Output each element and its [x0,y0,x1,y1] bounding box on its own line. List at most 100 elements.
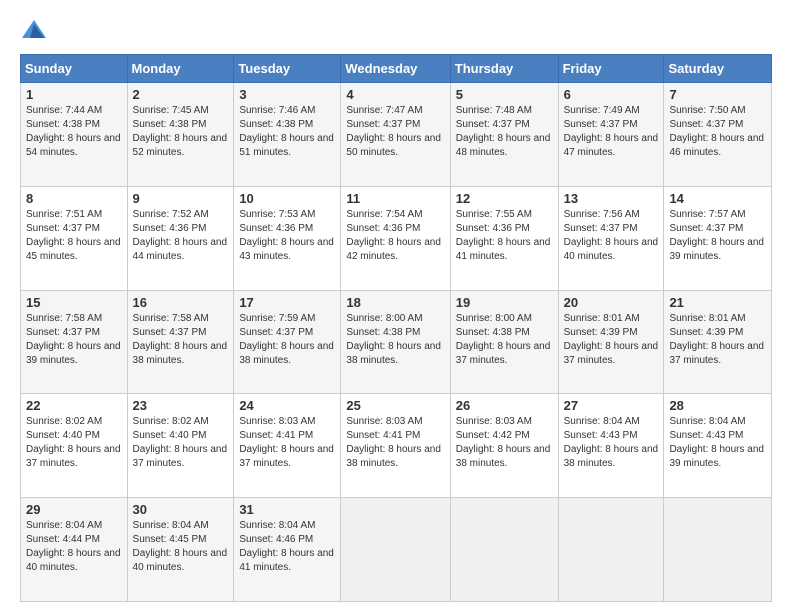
day-number: 3 [239,87,335,102]
day-number: 5 [456,87,553,102]
day-number: 23 [133,398,229,413]
day-cell: 26 Sunrise: 8:03 AMSunset: 4:42 PMDayligh… [450,394,558,498]
day-cell: 15 Sunrise: 7:58 AMSunset: 4:37 PMDayligh… [21,290,128,394]
day-number: 18 [346,295,444,310]
day-cell: 10 Sunrise: 7:53 AMSunset: 4:36 PMDayligh… [234,186,341,290]
day-cell: 6Sunrise: 7:49 AMSunset: 4:37 PMDaylight… [558,83,664,187]
day-cell: 17 Sunrise: 7:59 AMSunset: 4:37 PMDayligh… [234,290,341,394]
day-cell: 3 Sunrise: 7:46 AMSunset: 4:38 PMDaylight… [234,83,341,187]
day-number: 16 [133,295,229,310]
weekday-header-row: SundayMondayTuesdayWednesdayThursdayFrid… [21,55,772,83]
day-info: Sunrise: 7:58 AMSunset: 4:37 PMDaylight:… [26,312,122,368]
day-number: 7 [669,87,766,102]
day-info: Sunrise: 8:00 AMSunset: 4:38 PMDaylight:… [456,312,553,368]
day-cell: 1 Sunrise: 7:44 AMSunset: 4:38 PMDaylight… [21,83,128,187]
day-info: Sunrise: 7:51 AMSunset: 4:37 PMDaylight:… [26,208,122,264]
day-number: 26 [456,398,553,413]
weekday-header-saturday: Saturday [664,55,772,83]
day-info: Sunrise: 8:04 AMSunset: 4:43 PMDaylight:… [669,415,766,471]
day-number: 12 [456,191,553,206]
day-cell: 25 Sunrise: 8:03 AMSunset: 4:41 PMDayligh… [341,394,450,498]
day-number: 15 [26,295,122,310]
day-number: 31 [239,502,335,517]
day-info: Sunrise: 7:48 AMSunset: 4:37 PMDaylight:… [456,104,553,160]
day-cell: 16 Sunrise: 7:58 AMSunset: 4:37 PMDayligh… [127,290,234,394]
day-number: 22 [26,398,122,413]
day-info: Sunrise: 7:56 AMSunset: 4:37 PMDaylight:… [564,208,659,264]
day-cell: 13 Sunrise: 7:56 AMSunset: 4:37 PMDayligh… [558,186,664,290]
day-info: Sunrise: 7:50 AMSunset: 4:37 PMDaylight:… [669,104,766,160]
day-info: Sunrise: 7:55 AMSunset: 4:36 PMDaylight:… [456,208,553,264]
day-cell: 27 Sunrise: 8:04 AMSunset: 4:43 PMDayligh… [558,394,664,498]
day-cell [450,498,558,602]
day-info: Sunrise: 8:03 AMSunset: 4:42 PMDaylight:… [456,415,553,471]
day-cell: 24 Sunrise: 8:03 AMSunset: 4:41 PMDayligh… [234,394,341,498]
week-row-2: 8 Sunrise: 7:51 AMSunset: 4:37 PMDaylight… [21,186,772,290]
day-number: 10 [239,191,335,206]
day-info: Sunrise: 7:54 AMSunset: 4:36 PMDaylight:… [346,208,444,264]
day-number: 11 [346,191,444,206]
day-cell: 12 Sunrise: 7:55 AMSunset: 4:36 PMDayligh… [450,186,558,290]
day-info: Sunrise: 8:04 AMSunset: 4:45 PMDaylight:… [133,519,229,575]
day-cell: 8 Sunrise: 7:51 AMSunset: 4:37 PMDaylight… [21,186,128,290]
week-row-1: 1 Sunrise: 7:44 AMSunset: 4:38 PMDaylight… [21,83,772,187]
day-info: Sunrise: 8:03 AMSunset: 4:41 PMDaylight:… [346,415,444,471]
weekday-header-monday: Monday [127,55,234,83]
day-number: 1 [26,87,122,102]
day-number: 17 [239,295,335,310]
week-row-3: 15 Sunrise: 7:58 AMSunset: 4:37 PMDayligh… [21,290,772,394]
day-number: 14 [669,191,766,206]
day-number: 24 [239,398,335,413]
day-number: 20 [564,295,659,310]
day-cell: 22 Sunrise: 8:02 AMSunset: 4:40 PMDayligh… [21,394,128,498]
day-number: 6 [564,87,659,102]
day-cell: 5 Sunrise: 7:48 AMSunset: 4:37 PMDaylight… [450,83,558,187]
day-info: Sunrise: 8:04 AMSunset: 4:46 PMDaylight:… [239,519,335,575]
day-number: 4 [346,87,444,102]
day-cell: 23 Sunrise: 8:02 AMSunset: 4:40 PMDayligh… [127,394,234,498]
day-info: Sunrise: 8:04 AMSunset: 4:43 PMDaylight:… [564,415,659,471]
day-cell: 9 Sunrise: 7:52 AMSunset: 4:36 PMDaylight… [127,186,234,290]
day-number: 21 [669,295,766,310]
day-cell: 31 Sunrise: 8:04 AMSunset: 4:46 PMDayligh… [234,498,341,602]
day-cell: 28 Sunrise: 8:04 AMSunset: 4:43 PMDayligh… [664,394,772,498]
day-info: Sunrise: 8:02 AMSunset: 4:40 PMDaylight:… [133,415,229,471]
day-cell: 19 Sunrise: 8:00 AMSunset: 4:38 PMDayligh… [450,290,558,394]
day-number: 13 [564,191,659,206]
day-info: Sunrise: 8:00 AMSunset: 4:38 PMDaylight:… [346,312,444,368]
day-info: Sunrise: 8:03 AMSunset: 4:41 PMDaylight:… [239,415,335,471]
day-cell: 2Sunrise: 7:45 AMSunset: 4:38 PMDaylight… [127,83,234,187]
day-number: 29 [26,502,122,517]
day-info: Sunrise: 8:01 AMSunset: 4:39 PMDaylight:… [669,312,766,368]
day-info: Sunrise: 7:53 AMSunset: 4:36 PMDaylight:… [239,208,335,264]
day-info: Sunrise: 7:57 AMSunset: 4:37 PMDaylight:… [669,208,766,264]
day-info: Sunrise: 7:47 AMSunset: 4:37 PMDaylight:… [346,104,444,160]
day-info: Sunrise: 8:04 AMSunset: 4:44 PMDaylight:… [26,519,122,575]
weekday-header-friday: Friday [558,55,664,83]
header [20,16,772,44]
day-cell [664,498,772,602]
day-cell: 7 Sunrise: 7:50 AMSunset: 4:37 PMDaylight… [664,83,772,187]
day-number: 9 [133,191,229,206]
day-info: Sunrise: 7:44 AMSunset: 4:38 PMDaylight:… [26,104,122,160]
day-number: 28 [669,398,766,413]
day-info: Sunrise: 7:58 AMSunset: 4:37 PMDaylight:… [133,312,229,368]
day-number: 25 [346,398,444,413]
day-cell: 14 Sunrise: 7:57 AMSunset: 4:37 PMDayligh… [664,186,772,290]
day-info: Sunrise: 8:02 AMSunset: 4:40 PMDaylight:… [26,415,122,471]
day-cell: 30Sunrise: 8:04 AMSunset: 4:45 PMDayligh… [127,498,234,602]
day-number: 8 [26,191,122,206]
day-info: Sunrise: 7:46 AMSunset: 4:38 PMDaylight:… [239,104,335,160]
week-row-5: 29 Sunrise: 8:04 AMSunset: 4:44 PMDayligh… [21,498,772,602]
day-cell [341,498,450,602]
day-info: Sunrise: 7:45 AMSunset: 4:38 PMDaylight:… [133,104,229,160]
weekday-header-sunday: Sunday [21,55,128,83]
weekday-header-tuesday: Tuesday [234,55,341,83]
day-number: 19 [456,295,553,310]
day-number: 27 [564,398,659,413]
day-cell [558,498,664,602]
day-info: Sunrise: 7:52 AMSunset: 4:36 PMDaylight:… [133,208,229,264]
calendar: SundayMondayTuesdayWednesdayThursdayFrid… [20,54,772,602]
day-info: Sunrise: 7:59 AMSunset: 4:37 PMDaylight:… [239,312,335,368]
logo [20,16,52,44]
